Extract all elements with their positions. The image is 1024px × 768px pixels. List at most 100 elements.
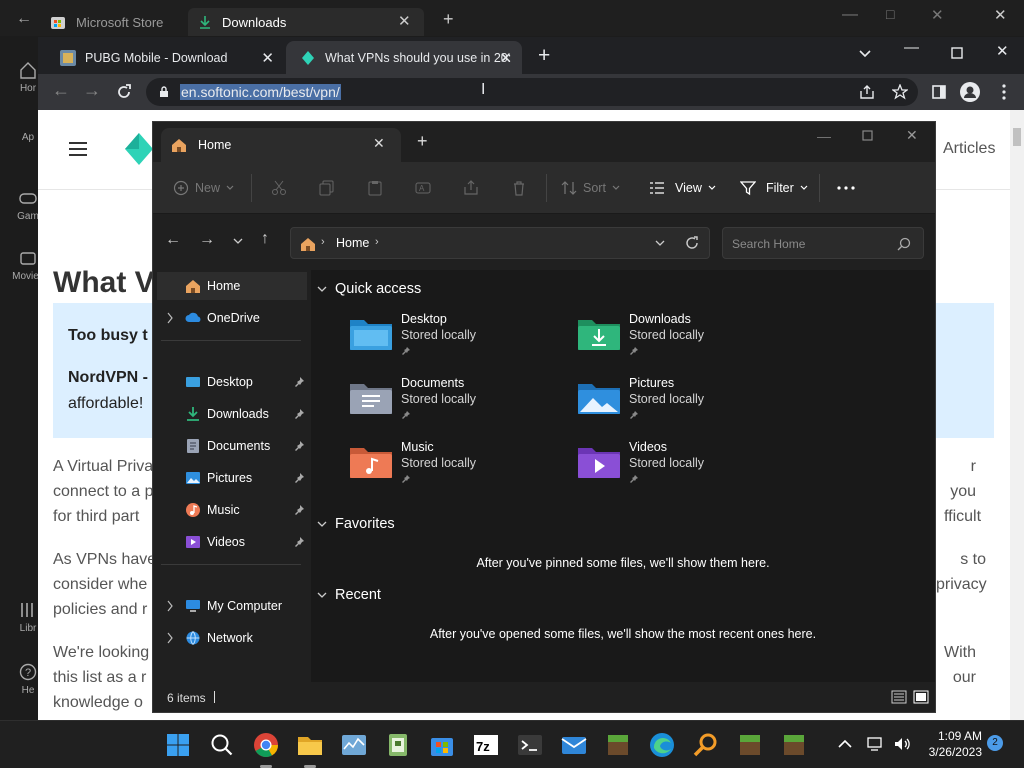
- hamburger-menu-icon[interactable]: [68, 141, 88, 157]
- new-tab-icon[interactable]: +: [538, 44, 550, 68]
- more-menu-icon[interactable]: [1002, 84, 1006, 100]
- url-text[interactable]: en.softonic.com/best/vpn/: [180, 84, 341, 100]
- notification-badge[interactable]: 2: [987, 735, 1003, 751]
- maximize-icon[interactable]: □: [886, 6, 894, 22]
- nav-item-desktop[interactable]: Desktop: [153, 368, 311, 396]
- details-view-icon[interactable]: [891, 690, 907, 704]
- nav-item-documents[interactable]: Documents: [153, 432, 311, 460]
- microsoft-store-icon[interactable]: [428, 731, 456, 759]
- section-quick-access[interactable]: Quick access: [317, 281, 421, 297]
- new-tab-icon[interactable]: +: [443, 9, 454, 30]
- task-manager-icon[interactable]: [340, 731, 368, 759]
- articles-link[interactable]: Articles: [943, 140, 995, 158]
- start-windows-icon[interactable]: [164, 731, 192, 759]
- scrollbar-thumb[interactable]: [1013, 128, 1021, 146]
- quick-item-music[interactable]: Music Stored locally: [349, 440, 549, 496]
- quick-item-videos[interactable]: Videos Stored locally: [577, 440, 777, 496]
- quick-item-pictures[interactable]: Pictures Stored locally: [577, 376, 777, 432]
- store-tab-microsoft-store[interactable]: Microsoft Store: [50, 8, 163, 36]
- forward-arrow-icon[interactable]: →: [199, 231, 215, 249]
- nav-item-pictures[interactable]: Pictures: [153, 464, 311, 492]
- pin-icon[interactable]: [293, 536, 305, 548]
- nav-item-videos[interactable]: Videos: [153, 528, 311, 556]
- pin-icon[interactable]: [293, 440, 305, 452]
- file-explorer-taskbar-icon[interactable]: [296, 731, 324, 768]
- breadcrumb-home[interactable]: Home: [336, 236, 369, 250]
- explorer-tab-home[interactable]: Home ✕: [161, 128, 401, 162]
- notepad-icon[interactable]: [384, 731, 412, 759]
- nav-item-onedrive[interactable]: OneDrive: [153, 304, 311, 332]
- minecraft-icon[interactable]: [780, 731, 808, 759]
- clock-date[interactable]: 3/26/2023: [920, 745, 982, 759]
- lock-icon[interactable]: [159, 86, 169, 98]
- search-icon[interactable]: [897, 237, 911, 251]
- back-arrow-icon[interactable]: ←: [52, 80, 70, 101]
- up-arrow-icon[interactable]: ↑: [261, 230, 269, 248]
- minecraft-icon[interactable]: [736, 731, 764, 759]
- paste-icon[interactable]: [367, 180, 383, 196]
- pin-icon[interactable]: [293, 408, 305, 420]
- share-icon[interactable]: [463, 180, 479, 196]
- volume-icon[interactable]: [893, 736, 911, 752]
- close-icon[interactable]: ✕: [996, 42, 1009, 60]
- nav-item-network[interactable]: Network: [153, 624, 311, 652]
- chrome-tab-pubg[interactable]: PUBG Mobile - Download ✕: [46, 41, 284, 74]
- forward-arrow-icon[interactable]: →: [83, 80, 101, 101]
- star-bookmark-icon[interactable]: [892, 84, 908, 100]
- magnifier-icon[interactable]: [692, 731, 720, 759]
- banner-nordvpn[interactable]: NordVPN -: [68, 369, 148, 387]
- chrome-tab-vpn[interactable]: What VPNs should you use in 20: ✕: [286, 41, 522, 74]
- minecraft-icon[interactable]: [604, 731, 632, 759]
- maximize-icon[interactable]: [862, 130, 873, 141]
- address-box[interactable]: › Home ›: [290, 227, 710, 259]
- search-icon[interactable]: [208, 731, 236, 759]
- clock-time[interactable]: 1:09 AM: [930, 729, 982, 743]
- pin-icon[interactable]: [293, 504, 305, 516]
- section-favorites[interactable]: Favorites: [317, 516, 395, 532]
- tab-search-chevron-icon[interactable]: [859, 50, 871, 58]
- side-panel-icon[interactable]: [932, 85, 946, 99]
- omnibox[interactable]: en.softonic.com/best/vpn/ I: [146, 78, 918, 106]
- back-arrow-icon[interactable]: ←: [16, 10, 32, 28]
- view-button[interactable]: View: [649, 162, 716, 214]
- edge-icon[interactable]: [648, 731, 676, 759]
- sort-button[interactable]: Sort: [561, 162, 620, 214]
- 7zip-icon[interactable]: 7z: [472, 731, 500, 759]
- quick-item-desktop[interactable]: Desktop Stored locally: [349, 312, 549, 368]
- filter-button[interactable]: Filter: [740, 162, 808, 214]
- minimize-icon[interactable]: —: [817, 128, 831, 144]
- nav-item-my-computer[interactable]: My Computer: [153, 592, 311, 620]
- nav-item-downloads[interactable]: Downloads: [153, 400, 311, 428]
- pin-icon[interactable]: [293, 472, 305, 484]
- search-box[interactable]: Search Home: [722, 227, 924, 259]
- profile-avatar-icon[interactable]: [960, 82, 980, 102]
- quick-item-downloads[interactable]: Downloads Stored locally: [577, 312, 777, 368]
- section-recent[interactable]: Recent: [317, 587, 381, 603]
- back-arrow-icon[interactable]: ←: [165, 231, 181, 249]
- recent-locations-chevron-icon[interactable]: [233, 238, 243, 245]
- reload-icon[interactable]: [116, 84, 132, 100]
- close-icon[interactable]: ✕: [261, 49, 274, 67]
- address-dropdown-chevron-icon[interactable]: [655, 240, 665, 247]
- softonic-logo-icon[interactable]: [124, 132, 154, 166]
- close-icon[interactable]: ✕: [931, 6, 944, 24]
- maximize-icon[interactable]: [951, 47, 963, 59]
- page-scrollbar[interactable]: [1010, 110, 1024, 720]
- share-icon[interactable]: [859, 85, 875, 99]
- new-tab-icon[interactable]: +: [417, 131, 428, 152]
- more-options-icon[interactable]: [837, 186, 855, 190]
- copy-icon[interactable]: [319, 180, 335, 196]
- nav-item-music[interactable]: Music: [153, 496, 311, 524]
- network-status-icon[interactable]: [867, 736, 885, 752]
- close-icon[interactable]: ✕: [994, 6, 1007, 24]
- new-button[interactable]: New: [173, 162, 234, 214]
- terminal-icon[interactable]: [516, 731, 544, 759]
- rename-icon[interactable]: A: [415, 180, 431, 196]
- quick-item-documents[interactable]: Documents Stored locally: [349, 376, 549, 432]
- show-hidden-icons-chevron-icon[interactable]: [838, 739, 852, 748]
- minimize-icon[interactable]: —: [842, 6, 858, 24]
- tiles-view-icon[interactable]: [913, 690, 929, 704]
- cut-icon[interactable]: [271, 180, 287, 196]
- store-tab-downloads[interactable]: Downloads ✕: [188, 8, 424, 36]
- pin-icon[interactable]: [293, 376, 305, 388]
